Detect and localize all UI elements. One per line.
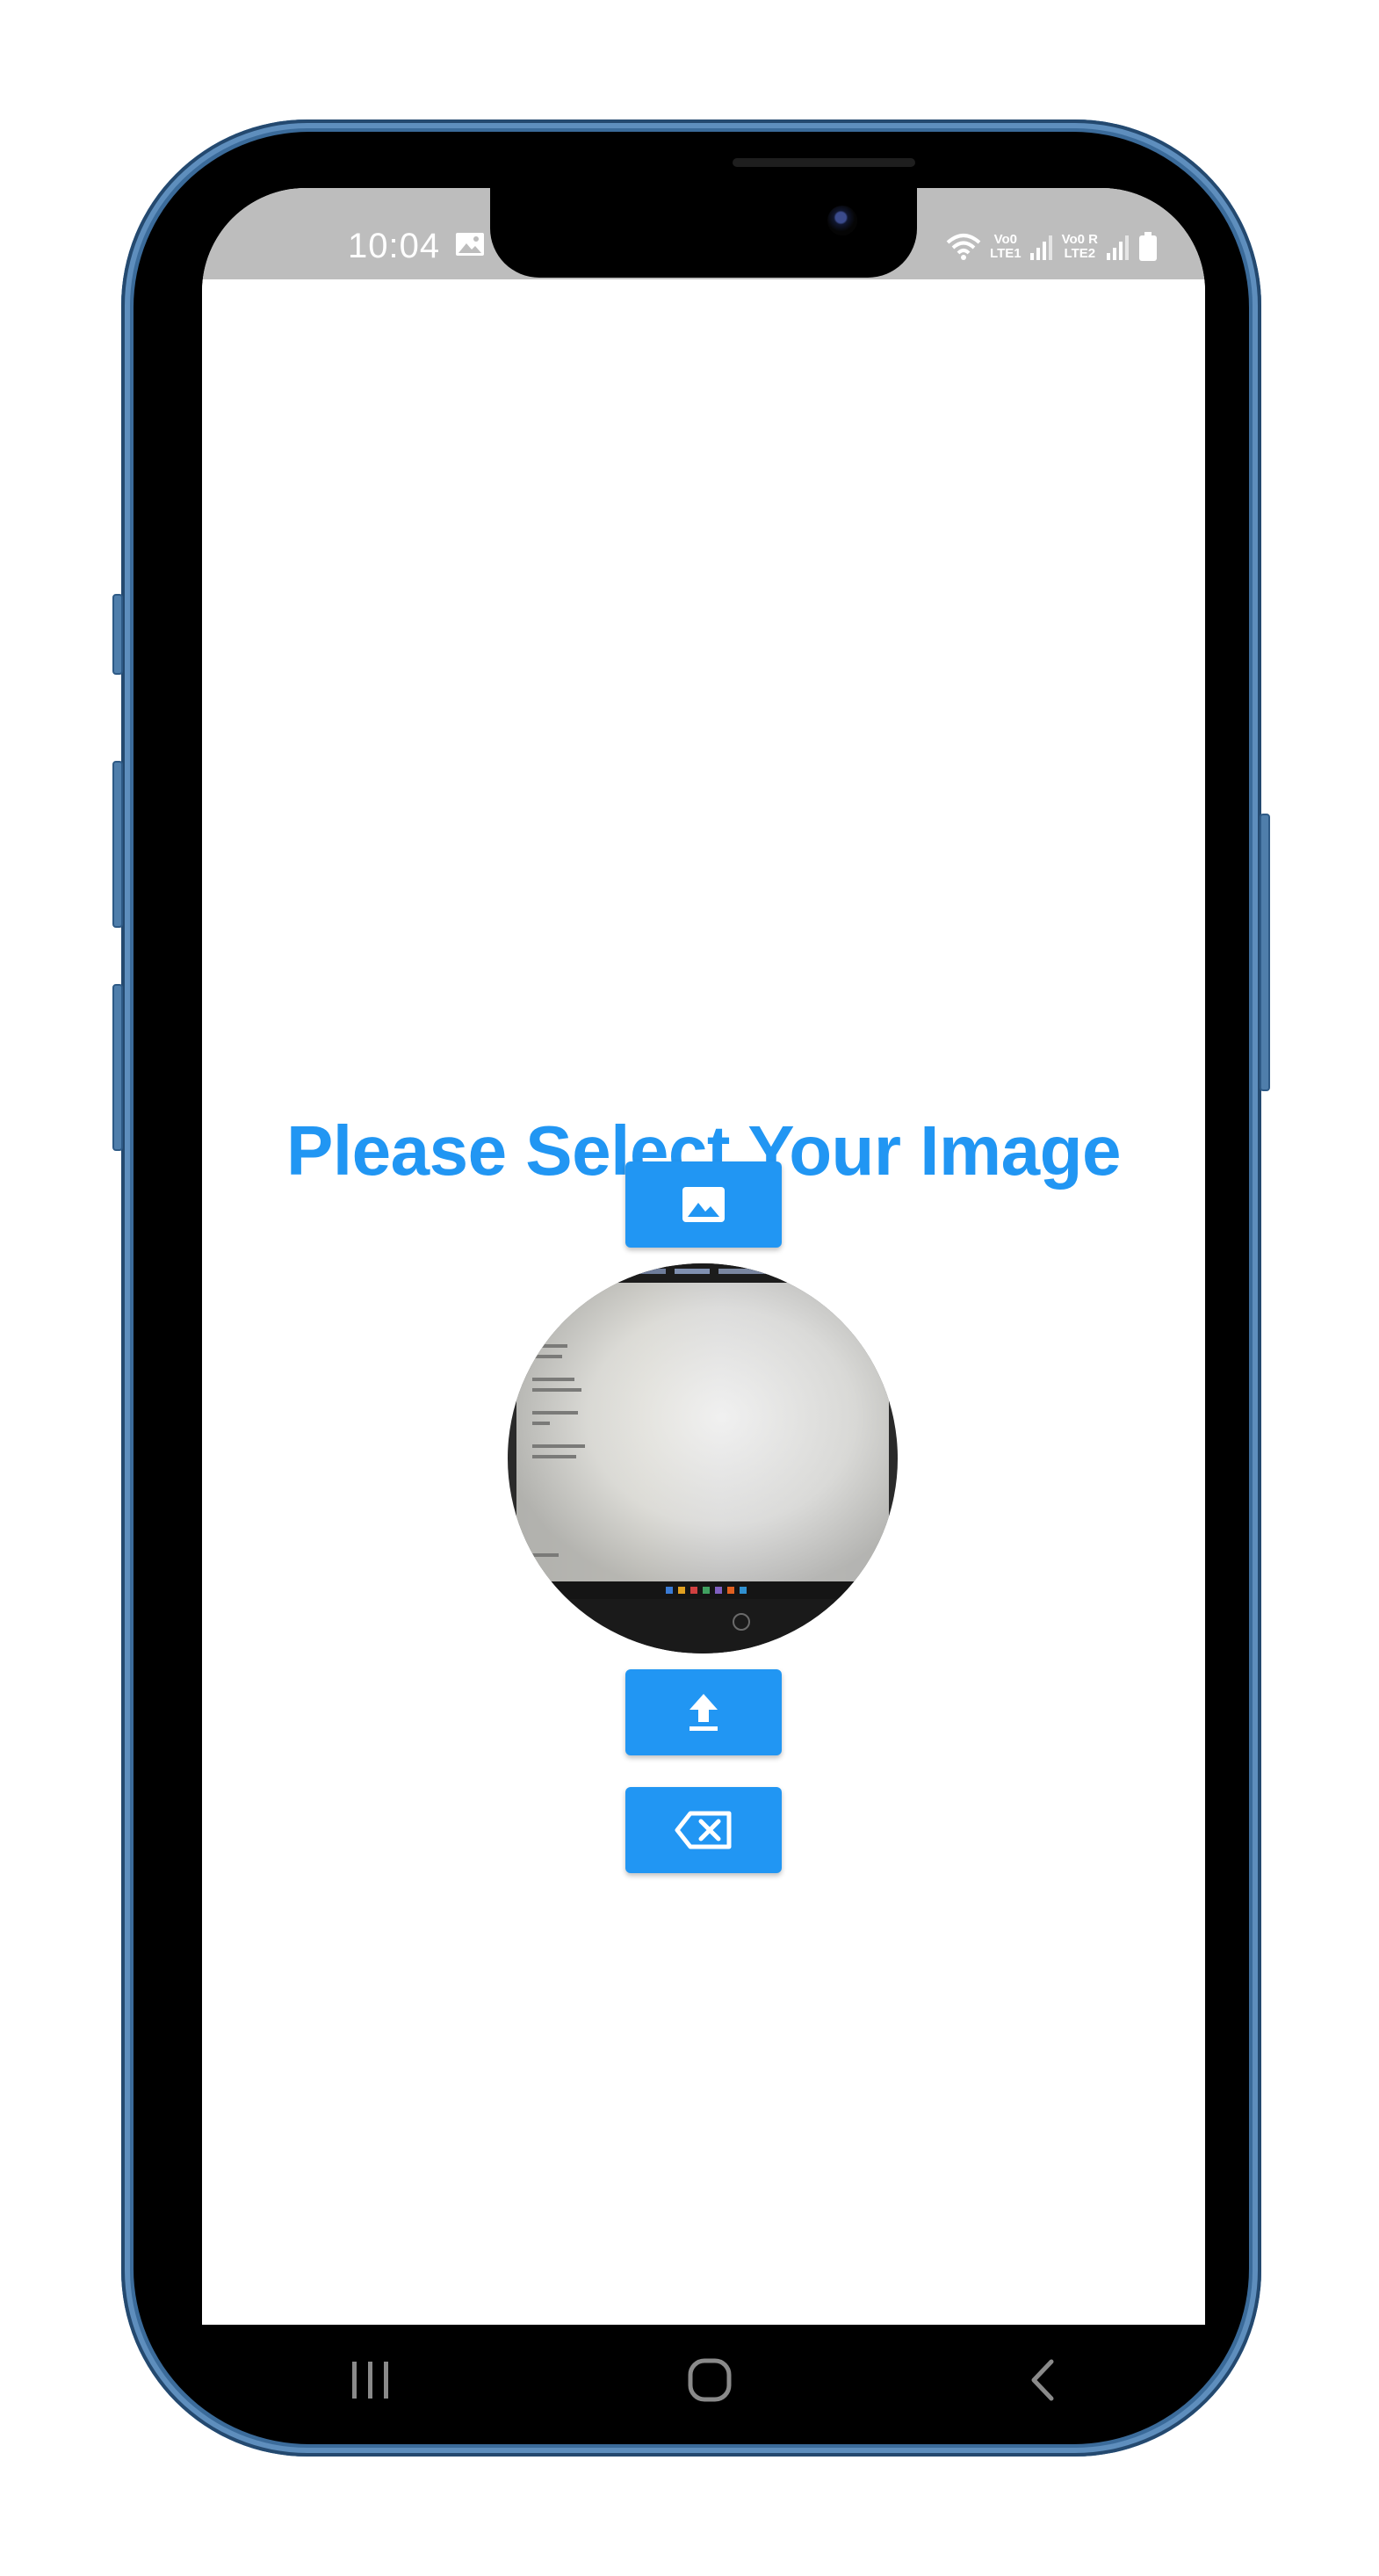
back-icon[interactable] bbox=[1027, 2358, 1058, 2402]
selected-image-preview bbox=[508, 1263, 898, 1653]
sim2-lte-label: LTE2 bbox=[1064, 246, 1096, 261]
backspace-clear-icon bbox=[675, 1811, 732, 1849]
phone-bezel: 10:04 Vo0 LTE1 Vo0 R LTE2 Please Select … bbox=[134, 132, 1249, 2444]
volume-down-button bbox=[112, 984, 123, 1151]
upload-button[interactable] bbox=[625, 1669, 782, 1755]
home-icon[interactable] bbox=[687, 2357, 733, 2403]
image-icon bbox=[682, 1187, 725, 1222]
app-content: Please Select Your Image bbox=[202, 279, 1205, 2325]
signal-sim2-icon bbox=[1107, 235, 1129, 260]
status-indicators: Vo0 LTE1 Vo0 R LTE2 bbox=[946, 227, 1158, 267]
clear-image-button[interactable] bbox=[625, 1787, 782, 1873]
sim1-lte-label: LTE1 bbox=[990, 246, 1022, 261]
battery-icon bbox=[1139, 232, 1157, 261]
signal-sim1-icon bbox=[1029, 235, 1052, 260]
display-notch bbox=[490, 188, 917, 278]
recents-icon[interactable] bbox=[349, 2360, 393, 2400]
power-button bbox=[1260, 814, 1270, 1091]
front-camera bbox=[827, 206, 857, 235]
screen: 10:04 Vo0 LTE1 Vo0 R LTE2 Please Select … bbox=[202, 188, 1205, 2325]
status-bar: 10:04 Vo0 LTE1 Vo0 R LTE2 bbox=[202, 188, 1205, 279]
speaker-grille bbox=[733, 158, 915, 167]
wifi-icon bbox=[946, 234, 981, 260]
gallery-notification-icon bbox=[456, 233, 484, 256]
sim2-network-label: Vo0 R LTE2 bbox=[1062, 233, 1098, 261]
sim1-volte-label: Vo0 bbox=[993, 232, 1018, 247]
phone-frame: 10:04 Vo0 LTE1 Vo0 R LTE2 Please Select … bbox=[112, 119, 1270, 2457]
status-time: 10:04 bbox=[348, 227, 441, 265]
select-image-button[interactable] bbox=[625, 1161, 782, 1248]
upload-icon bbox=[690, 1694, 718, 1731]
navigation-bar bbox=[202, 2325, 1205, 2435]
sim1-network-label: Vo0 LTE1 bbox=[990, 233, 1022, 261]
preview-photo bbox=[508, 1263, 898, 1653]
volume-up-button bbox=[112, 761, 123, 928]
sim2-volte-label: Vo0 R bbox=[1061, 232, 1098, 247]
action-button bbox=[112, 594, 123, 675]
